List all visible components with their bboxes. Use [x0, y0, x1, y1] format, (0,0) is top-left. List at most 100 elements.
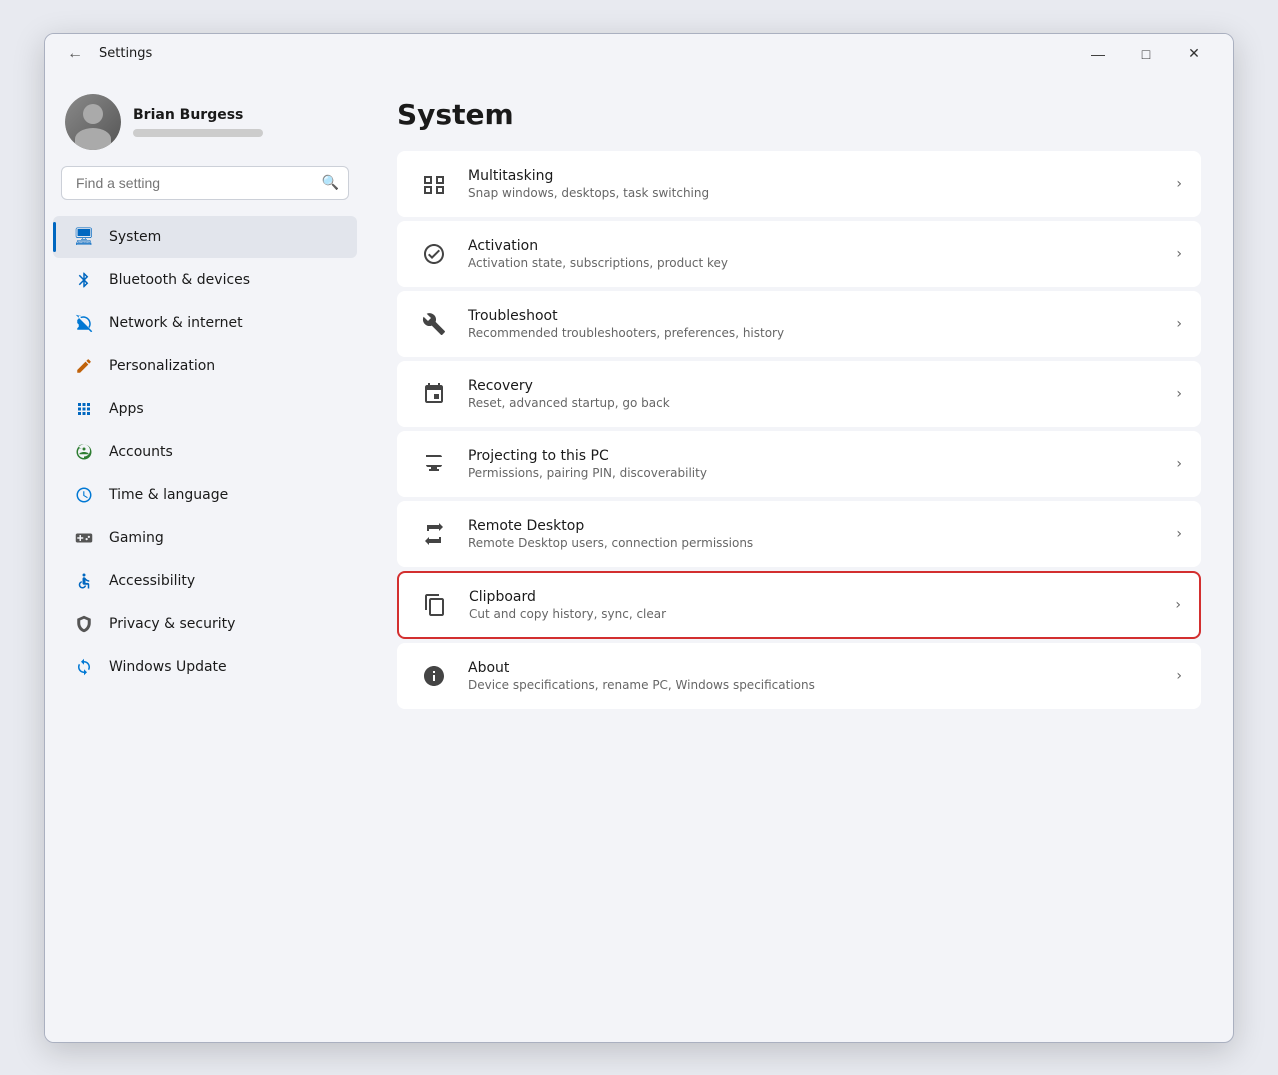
- setting-recovery-desc: Reset, advanced startup, go back: [468, 396, 1160, 410]
- avatar-image: [65, 94, 121, 150]
- setting-projecting-desc: Permissions, pairing PIN, discoverabilit…: [468, 466, 1160, 480]
- activation-icon: [416, 236, 452, 272]
- setting-clipboard-title: Clipboard: [469, 589, 1159, 605]
- setting-multitasking-title: Multitasking: [468, 168, 1160, 184]
- sidebar-item-label-system: System: [109, 229, 161, 245]
- settings-window: ← Settings — □ ✕ Brian Burgess: [44, 33, 1234, 1043]
- network-icon: [73, 312, 95, 334]
- setting-multitasking[interactable]: Multitasking Snap windows, desktops, tas…: [397, 151, 1201, 217]
- setting-clipboard-text: Clipboard Cut and copy history, sync, cl…: [469, 589, 1159, 621]
- update-icon: [73, 656, 95, 678]
- setting-about[interactable]: About Device specifications, rename PC, …: [397, 643, 1201, 709]
- setting-multitasking-desc: Snap windows, desktops, task switching: [468, 186, 1160, 200]
- sidebar-item-bluetooth[interactable]: Bluetooth & devices: [53, 259, 357, 301]
- user-info: Brian Burgess: [133, 107, 345, 137]
- sidebar-item-label-accounts: Accounts: [109, 444, 173, 460]
- sidebar-item-label-privacy: Privacy & security: [109, 616, 235, 632]
- setting-remote-desktop[interactable]: Remote Desktop Remote Desktop users, con…: [397, 501, 1201, 567]
- personalization-icon: [73, 355, 95, 377]
- sidebar-item-label-personalization: Personalization: [109, 358, 215, 374]
- sidebar-item-network[interactable]: Network & internet: [53, 302, 357, 344]
- chevron-icon: ›: [1176, 526, 1182, 542]
- privacy-icon: [73, 613, 95, 635]
- setting-recovery[interactable]: Recovery Reset, advanced startup, go bac…: [397, 361, 1201, 427]
- close-button[interactable]: ✕: [1171, 38, 1217, 70]
- settings-list: Multitasking Snap windows, desktops, tas…: [397, 151, 1201, 709]
- titlebar: ← Settings — □ ✕: [45, 34, 1233, 74]
- multitasking-icon: [416, 166, 452, 202]
- sidebar-item-label-apps: Apps: [109, 401, 144, 417]
- accounts-icon: [73, 441, 95, 463]
- setting-projecting[interactable]: Projecting to this PC Permissions, pairi…: [397, 431, 1201, 497]
- sidebar-item-label-bluetooth: Bluetooth & devices: [109, 272, 250, 288]
- titlebar-title: Settings: [99, 46, 152, 61]
- setting-about-text: About Device specifications, rename PC, …: [468, 660, 1160, 692]
- apps-icon: [73, 398, 95, 420]
- user-section: Brian Burgess: [45, 86, 365, 166]
- sidebar: Brian Burgess 🔍 🖥 System: [45, 74, 365, 1042]
- search-icon: 🔍: [322, 175, 339, 191]
- setting-activation-desc: Activation state, subscriptions, product…: [468, 256, 1160, 270]
- sidebar-item-label-network: Network & internet: [109, 315, 243, 331]
- sidebar-item-privacy[interactable]: Privacy & security: [53, 603, 357, 645]
- setting-troubleshoot-desc: Recommended troubleshooters, preferences…: [468, 326, 1160, 340]
- sidebar-item-apps[interactable]: Apps: [53, 388, 357, 430]
- setting-multitasking-text: Multitasking Snap windows, desktops, tas…: [468, 168, 1160, 200]
- avatar: [65, 94, 121, 150]
- sidebar-item-accounts[interactable]: Accounts: [53, 431, 357, 473]
- user-name: Brian Burgess: [133, 107, 345, 123]
- titlebar-left: ← Settings: [61, 40, 152, 68]
- sidebar-item-update[interactable]: Windows Update: [53, 646, 357, 688]
- recovery-icon: [416, 376, 452, 412]
- about-icon: [416, 658, 452, 694]
- setting-about-desc: Device specifications, rename PC, Window…: [468, 678, 1160, 692]
- sidebar-item-gaming[interactable]: Gaming: [53, 517, 357, 559]
- time-icon: [73, 484, 95, 506]
- content-area: Brian Burgess 🔍 🖥 System: [45, 74, 1233, 1042]
- accessibility-icon: [73, 570, 95, 592]
- setting-remote-desktop-desc: Remote Desktop users, connection permiss…: [468, 536, 1160, 550]
- back-button[interactable]: ←: [61, 40, 89, 68]
- sidebar-item-system[interactable]: 🖥 System: [53, 216, 357, 258]
- sidebar-item-accessibility[interactable]: Accessibility: [53, 560, 357, 602]
- projecting-icon: [416, 446, 452, 482]
- search-box: 🔍: [61, 166, 349, 200]
- setting-troubleshoot-title: Troubleshoot: [468, 308, 1160, 324]
- setting-clipboard[interactable]: Clipboard Cut and copy history, sync, cl…: [397, 571, 1201, 639]
- maximize-button[interactable]: □: [1123, 38, 1169, 70]
- setting-recovery-title: Recovery: [468, 378, 1160, 394]
- setting-projecting-text: Projecting to this PC Permissions, pairi…: [468, 448, 1160, 480]
- chevron-icon: ›: [1176, 386, 1182, 402]
- troubleshoot-icon: [416, 306, 452, 342]
- search-input[interactable]: [61, 166, 349, 200]
- chevron-icon: ›: [1175, 597, 1181, 613]
- sidebar-item-label-time: Time & language: [109, 487, 228, 503]
- minimize-button[interactable]: —: [1075, 38, 1121, 70]
- setting-about-title: About: [468, 660, 1160, 676]
- setting-remote-desktop-title: Remote Desktop: [468, 518, 1160, 534]
- sidebar-item-label-gaming: Gaming: [109, 530, 164, 546]
- clipboard-icon: [417, 587, 453, 623]
- setting-troubleshoot[interactable]: Troubleshoot Recommended troubleshooters…: [397, 291, 1201, 357]
- sidebar-item-label-update: Windows Update: [109, 659, 227, 675]
- remote-desktop-icon: [416, 516, 452, 552]
- sidebar-item-time[interactable]: Time & language: [53, 474, 357, 516]
- setting-troubleshoot-text: Troubleshoot Recommended troubleshooters…: [468, 308, 1160, 340]
- page-title: System: [397, 98, 1201, 131]
- setting-projecting-title: Projecting to this PC: [468, 448, 1160, 464]
- setting-activation-text: Activation Activation state, subscriptio…: [468, 238, 1160, 270]
- chevron-icon: ›: [1176, 456, 1182, 472]
- sidebar-item-personalization[interactable]: Personalization: [53, 345, 357, 387]
- user-email-bar: [133, 129, 263, 137]
- chevron-icon: ›: [1176, 668, 1182, 684]
- titlebar-controls: — □ ✕: [1075, 38, 1217, 70]
- chevron-icon: ›: [1176, 316, 1182, 332]
- chevron-icon: ›: [1176, 176, 1182, 192]
- main-content: System Multitasking Snap windows, deskto…: [365, 74, 1233, 1042]
- gaming-icon: [73, 527, 95, 549]
- nav-list: 🖥 System Bluetooth & devices Network & i…: [45, 216, 365, 688]
- sidebar-item-label-accessibility: Accessibility: [109, 573, 195, 589]
- chevron-icon: ›: [1176, 246, 1182, 262]
- setting-recovery-text: Recovery Reset, advanced startup, go bac…: [468, 378, 1160, 410]
- setting-activation[interactable]: Activation Activation state, subscriptio…: [397, 221, 1201, 287]
